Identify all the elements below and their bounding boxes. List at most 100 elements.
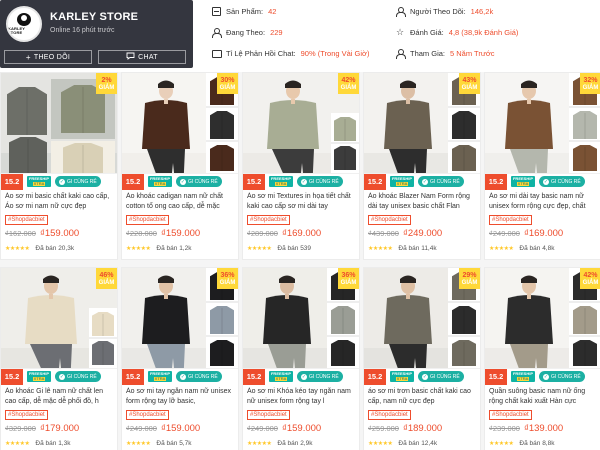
discount-label: GIẢM bbox=[582, 84, 599, 91]
shop-tag[interactable]: #Shopdacbiet bbox=[126, 215, 169, 225]
shop-tag[interactable]: #Shopdacbiet bbox=[247, 410, 290, 420]
product-title[interactable]: áo sơ mi trơn basic chất kaki cao cấp, n… bbox=[368, 387, 478, 407]
xtra-label: XTRA bbox=[274, 376, 288, 381]
shop-tag[interactable]: #Shopdacbiet bbox=[489, 215, 532, 225]
chat-button[interactable]: CHAT bbox=[98, 50, 186, 64]
product-title[interactable]: Áo khoác cadigan nam nữ chất cotton tổ o… bbox=[126, 192, 236, 212]
stat-response-rate: Tỉ Lệ Phản Hồi Chat: 90% (Trong Vài Giờ) bbox=[212, 49, 369, 58]
product-card[interactable]: 36% GIẢM 15.2 FREESHIP XTRA ✓ GI CÙNG RẺ Áo sơ … bbox=[242, 267, 360, 450]
sold-value: 20,3k bbox=[58, 245, 75, 252]
sold-value: 1,3k bbox=[58, 440, 71, 447]
stat-followers: Người Theo Dõi: 146,2k bbox=[396, 7, 494, 17]
discount-badge: 42% GIẢM bbox=[580, 268, 600, 289]
sold-prefix: Đã bán bbox=[398, 440, 420, 447]
promo-date: 15.2 bbox=[485, 368, 507, 385]
rating-row: ★★★★★ Đã bán 1,2k bbox=[126, 245, 191, 252]
rating-row: ★★★★★ Đã bán 2,9k bbox=[247, 440, 312, 447]
rating-row: ★★★★★ Đã bán 4,8k bbox=[489, 245, 554, 252]
shop-tag[interactable]: #Shopdacbiet bbox=[489, 410, 532, 420]
product-title[interactable]: Áo sơ mi tay ngắn nam nữ unisex form rộn… bbox=[126, 387, 236, 407]
product-title[interactable]: Áo khoác Gi lê nam nữ chất len cao cấp, … bbox=[5, 387, 115, 407]
rating-row: ★★★★★ Đã bán 11,4k bbox=[368, 245, 437, 252]
discount-label: GIẢM bbox=[340, 84, 357, 91]
product-card[interactable]: 42% GIẢM 15.2 FREESHIP XTRA ✓ GI CÙNG RẺ Quần s… bbox=[484, 267, 600, 450]
stat-joined: Tham Gia: 5 Năm Trước bbox=[396, 49, 495, 59]
stat-products-value: 42 bbox=[268, 7, 277, 16]
discount-label: GIẢM bbox=[219, 279, 236, 286]
followers-icon bbox=[396, 7, 406, 17]
cheap-price-label: GI CÙNG RẺ bbox=[551, 178, 581, 185]
cheap-price-badge: ✓ GI CÙNG RẺ bbox=[297, 176, 343, 187]
stat-followers-value: 146,2k bbox=[470, 7, 494, 16]
product-title[interactable]: Áo sơ mi dài tay basic nam nữ unisex for… bbox=[489, 192, 599, 212]
discount-badge: 2% GIẢM bbox=[96, 73, 117, 94]
shop-tag[interactable]: #Shopdacbiet bbox=[5, 215, 48, 225]
discount-badge: 36% GIẢM bbox=[217, 268, 238, 289]
shop-tag[interactable]: #Shopdacbiet bbox=[368, 410, 411, 420]
product-title[interactable]: Áo sơ mi basic chất kaki cao cấp, Áo sơ … bbox=[5, 192, 115, 212]
original-price: ₫289.000 bbox=[247, 229, 278, 238]
original-price: ₫249.000 bbox=[126, 424, 157, 433]
product-card[interactable]: 32% GIẢM 15.2 FREESHIP XTRA ✓ GI CÙNG RẺ Áo sơ … bbox=[484, 72, 600, 260]
promo-date: 15.2 bbox=[364, 368, 386, 385]
cheap-price-label: GI CÙNG RẺ bbox=[67, 178, 97, 185]
cheap-price-label: GI CÙNG RẺ bbox=[309, 178, 339, 185]
check-icon: ✓ bbox=[543, 178, 549, 185]
check-icon: ✓ bbox=[301, 178, 307, 185]
product-title[interactable]: Quần suông basic nam nữ ống rộng chất ka… bbox=[489, 387, 599, 407]
product-grid: 2% GIẢM 15.2 FREESHIP XTRA ✓ GI CÙNG RẺ Áo sơ m… bbox=[0, 72, 600, 450]
follow-button-label: THEO DÕI bbox=[33, 53, 71, 61]
price-row: ₫228.000 ₫159.000 bbox=[126, 228, 200, 239]
shop-tag[interactable]: #Shopdacbiet bbox=[247, 215, 290, 225]
promo-banner: 15.2 FREESHIP XTRA ✓ GI CÙNG RẺ bbox=[1, 368, 117, 385]
discount-badge: 30% GIẢM bbox=[217, 73, 238, 94]
sold-prefix: Đã bán bbox=[398, 245, 420, 252]
price-row: ₫162.000 ₫159.000 bbox=[5, 228, 79, 239]
product-card[interactable]: 46% GIẢM 15.2 FREESHIP XTRA ✓ GI CÙNG RẺ Áo kho… bbox=[0, 267, 118, 450]
star-rating-icon: ★★★★★ bbox=[489, 441, 514, 447]
follow-button[interactable]: + THEO DÕI bbox=[4, 50, 92, 64]
sold-prefix: Đã bán bbox=[519, 245, 541, 252]
shop-tag[interactable]: #Shopdacbiet bbox=[126, 410, 169, 420]
product-card[interactable]: 29% GIẢM 15.2 FREESHIP XTRA ✓ GI CÙNG RẺ áo sơ … bbox=[363, 267, 481, 450]
shop-logo-text: KARLEY STORE bbox=[8, 26, 25, 35]
cheap-price-label: GI CÙNG RẺ bbox=[188, 373, 218, 380]
following-icon bbox=[212, 28, 222, 38]
freeship-xtra-icon: FREESHIP XTRA bbox=[27, 371, 51, 382]
sold-value: 11,4k bbox=[421, 245, 437, 252]
xtra-label: XTRA bbox=[516, 181, 530, 186]
original-price: ₫228.000 bbox=[126, 229, 157, 238]
sale-price: ₫159.000 bbox=[160, 423, 201, 434]
product-card[interactable]: 36% GIẢM 15.2 FREESHIP XTRA ✓ GI CÙNG RẺ Áo sơ … bbox=[121, 267, 239, 450]
product-title[interactable]: Áo sơ mi Textures in họa tiết chất kaki … bbox=[247, 192, 357, 212]
promo-banner: 15.2 FREESHIP XTRA ✓ GI CÙNG RẺ bbox=[485, 173, 600, 190]
product-title[interactable]: Áo khoác Blazer Nam Form rộng dài tay un… bbox=[368, 192, 478, 212]
star-rating-icon: ★★★★★ bbox=[368, 441, 393, 447]
sold-value: 2,9k bbox=[300, 440, 313, 447]
shop-tag[interactable]: #Shopdacbiet bbox=[5, 410, 48, 420]
freeship-xtra-icon: FREESHIP XTRA bbox=[511, 176, 535, 187]
product-card[interactable]: 30% GIẢM 15.2 FREESHIP XTRA ✓ GI CÙNG RẺ Áo kho… bbox=[121, 72, 239, 260]
star-rating-icon: ★★★★★ bbox=[126, 246, 151, 252]
discount-percent: 36% bbox=[341, 271, 356, 279]
freeship-xtra-icon: FREESHIP XTRA bbox=[511, 371, 535, 382]
sold-count: Đã bán 11,4k bbox=[398, 245, 436, 252]
shop-tag[interactable]: #Shopdacbiet bbox=[368, 215, 411, 225]
shop-profile-card: KARLEY STORE KARLEY STORE Online 16 phút… bbox=[0, 0, 193, 68]
product-card[interactable]: 42% GIẢM 15.2 FREESHIP XTRA ✓ GI CÙNG RẺ Áo sơ … bbox=[242, 72, 360, 260]
original-price: ₫249.000 bbox=[247, 424, 278, 433]
cheap-price-badge: ✓ GI CÙNG RẺ bbox=[55, 176, 101, 187]
freeship-xtra-icon: FREESHIP XTRA bbox=[148, 176, 172, 187]
sold-count: Đã bán 1,2k bbox=[156, 245, 191, 252]
sold-value: 12,4k bbox=[421, 440, 438, 447]
shop-avatar[interactable]: KARLEY STORE bbox=[6, 6, 42, 42]
star-rating-icon: ★★★★★ bbox=[247, 441, 272, 447]
promo-banner: 15.2 FREESHIP XTRA ✓ GI CÙNG RẺ bbox=[364, 368, 480, 385]
product-card[interactable]: 43% GIẢM 15.2 FREESHIP XTRA ✓ GI CÙNG RẺ Áo kho… bbox=[363, 72, 481, 260]
stat-rating-value: 4,8 (38,9k Đánh Giá) bbox=[448, 28, 519, 37]
discount-label: GIẢM bbox=[461, 84, 478, 91]
discount-percent: 42% bbox=[341, 76, 356, 84]
product-title[interactable]: Áo sơ mi Khóa kéo tay ngắn nam nữ unisex… bbox=[247, 387, 357, 407]
product-card[interactable]: 2% GIẢM 15.2 FREESHIP XTRA ✓ GI CÙNG RẺ Áo sơ m… bbox=[0, 72, 118, 260]
original-price: ₫259.000 bbox=[368, 424, 399, 433]
